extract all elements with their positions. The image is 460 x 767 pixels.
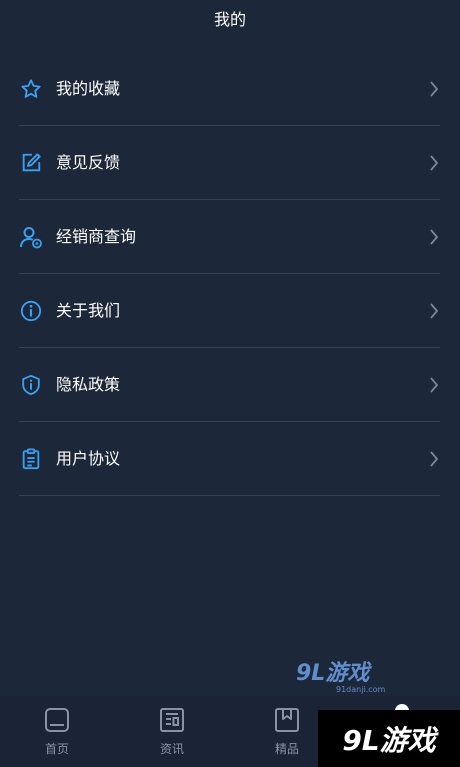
menu-item-user-agreement[interactable]: 用户协议	[0, 422, 460, 496]
watermark-badge: 9L游戏	[318, 710, 460, 767]
chevron-right-icon	[430, 229, 439, 245]
menu-item-about-us[interactable]: 关于我们	[0, 274, 460, 348]
chevron-right-icon	[430, 377, 439, 393]
watermark-text: 9L游戏	[296, 661, 370, 686]
menu-item-label: 用户协议	[56, 449, 121, 468]
watermark-badge-text: 9L游戏	[342, 723, 436, 757]
menu-item-label: 关于我们	[56, 301, 121, 320]
tab-label: 首页	[44, 742, 69, 756]
menu-item-label: 我的收藏	[56, 79, 121, 98]
divider	[19, 495, 440, 496]
edit-icon	[19, 151, 43, 175]
chevron-right-icon	[430, 303, 439, 319]
document-icon	[19, 447, 43, 471]
page-header: 我的	[0, 0, 460, 36]
chevron-right-icon	[430, 155, 439, 171]
watermark-logo: 9L游戏 91danji.com	[296, 662, 392, 696]
tab-label: 精品	[274, 742, 299, 756]
tab-home[interactable]: 首页	[27, 706, 87, 762]
info-icon	[19, 299, 43, 323]
menu-item-label: 隐私政策	[56, 375, 121, 394]
tab-label: 资讯	[159, 742, 184, 756]
menu-item-favorites[interactable]: 我的收藏	[0, 52, 460, 126]
chevron-right-icon	[430, 451, 439, 467]
tab-news[interactable]: 资讯	[142, 706, 202, 762]
menu-item-privacy-policy[interactable]: 隐私政策	[0, 348, 460, 422]
menu-item-label: 意见反馈	[56, 153, 121, 172]
menu-list: 我的收藏 意见反馈 经销商查询 关于我们 隐私政策 用户协议	[0, 52, 460, 496]
star-icon	[19, 77, 43, 101]
page-title: 我的	[213, 10, 246, 29]
dealer-user-icon	[19, 225, 43, 249]
home-icon	[45, 708, 69, 732]
watermark-url: 91danji.com	[336, 685, 386, 694]
menu-item-label: 经销商查询	[56, 227, 137, 246]
menu-item-dealer-search[interactable]: 经销商查询	[0, 200, 460, 274]
shield-icon	[19, 373, 43, 397]
chevron-right-icon	[430, 81, 439, 97]
menu-item-feedback[interactable]: 意见反馈	[0, 126, 460, 200]
news-icon	[160, 708, 184, 732]
bookmark-icon	[275, 708, 299, 732]
tab-featured[interactable]: 精品	[257, 706, 317, 762]
